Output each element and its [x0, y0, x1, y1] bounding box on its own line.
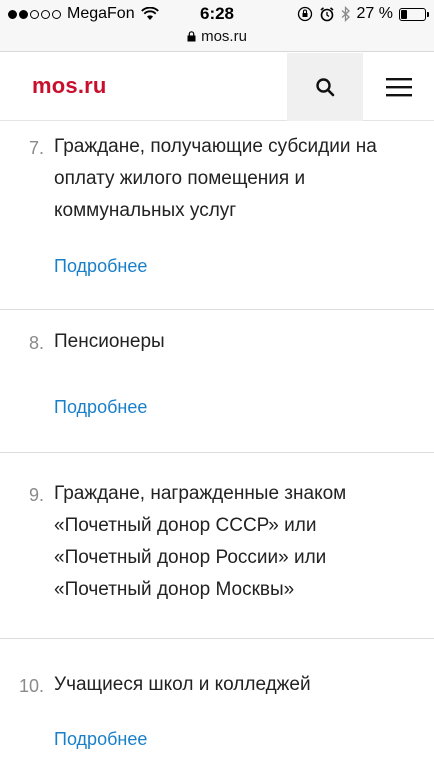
battery-fill	[401, 9, 407, 19]
item-title: Граждане, получающие субсидии на оплату …	[54, 136, 377, 221]
lock-icon	[187, 31, 196, 42]
url-bar[interactable]: mos.ru	[0, 28, 434, 52]
item-title: Пенсионеры	[54, 331, 165, 352]
status-bar: MegaFon 6:28 27 %	[0, 0, 434, 28]
orientation-lock-icon	[297, 6, 312, 22]
more-link[interactable]: Подробнее	[54, 729, 147, 750]
item-title: Граждане, награжденные знаком «Почетный …	[54, 483, 347, 600]
hamburger-menu-icon	[386, 78, 412, 97]
list-item: 8. Пенсионеры Подробнее	[0, 310, 434, 453]
site-logo[interactable]: mos.ru	[32, 73, 107, 99]
list-item: 9. Граждане, награжденные знаком «Почетн…	[0, 453, 434, 639]
item-number: 8.	[28, 333, 44, 353]
more-link[interactable]: Подробнее	[54, 256, 147, 277]
eligible-groups-list: 7. Граждане, получающие субсидии на опла…	[0, 122, 434, 770]
item-number: 10.	[18, 676, 44, 696]
item-number: 7.	[28, 138, 44, 158]
battery-icon	[399, 7, 429, 21]
battery-percent: 27 %	[356, 5, 393, 22]
status-right: 27 %	[297, 5, 429, 23]
more-link[interactable]: Подробнее	[54, 397, 147, 418]
bluetooth-icon	[341, 6, 350, 22]
list-item: 10. Учащиеся школ и колледжей Подробнее	[0, 639, 434, 770]
menu-button[interactable]	[364, 53, 434, 121]
item-title: Учащиеся школ и колледжей	[54, 674, 311, 695]
alarm-icon	[320, 7, 334, 22]
search-icon	[316, 78, 335, 97]
url-text: mos.ru	[201, 28, 247, 45]
search-button[interactable]	[287, 53, 363, 121]
list-item: 7. Граждане, получающие субсидии на опла…	[0, 122, 434, 310]
item-number: 9.	[28, 485, 44, 505]
site-header: mos.ru	[0, 53, 434, 121]
